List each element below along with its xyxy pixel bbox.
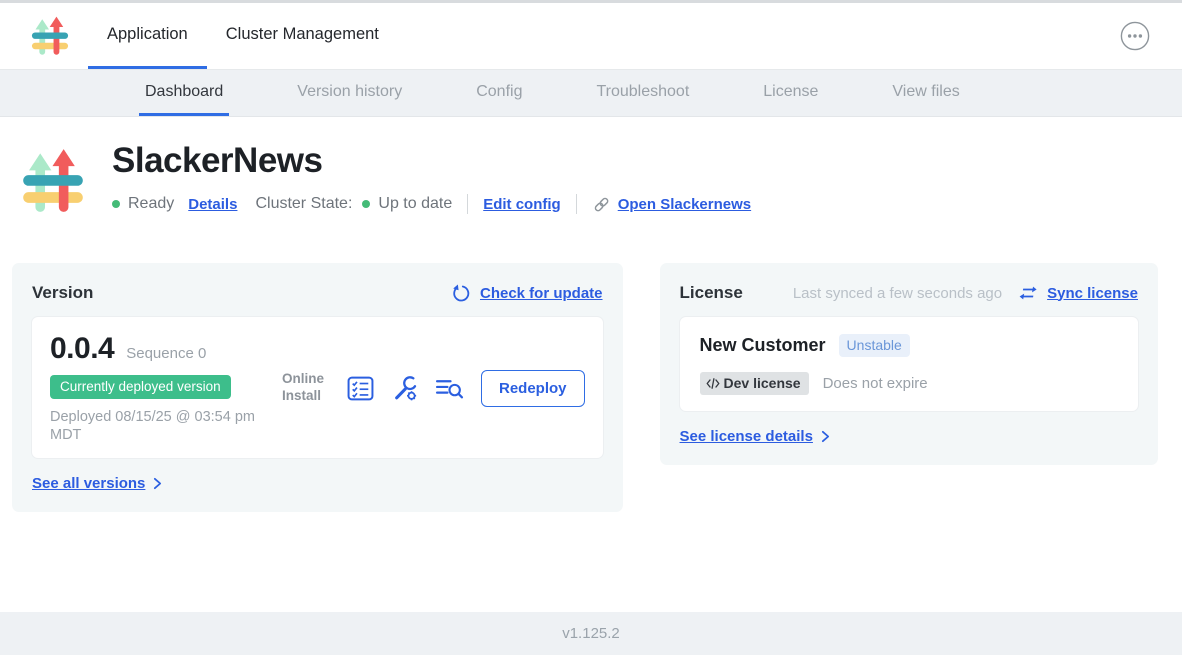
redeploy-button[interactable]: Redeploy	[481, 370, 585, 407]
subtab-version-history[interactable]: Version history	[291, 70, 408, 116]
subtab-dashboard[interactable]: Dashboard	[139, 70, 229, 116]
subtab-troubleshoot-label: Troubleshoot	[596, 83, 689, 101]
install-type-label: Online Install	[282, 371, 330, 405]
subtab-license[interactable]: License	[757, 70, 824, 116]
console-footer: v1.125.2	[0, 612, 1182, 655]
license-card-title: License	[680, 283, 743, 303]
tab-application[interactable]: Application	[88, 3, 207, 69]
page-title: SlackerNews	[112, 141, 751, 181]
deployed-badge: Currently deployed version	[50, 375, 231, 399]
subtab-version-history-label: Version history	[297, 83, 402, 101]
license-card: License Last synced a few seconds ago Sy…	[660, 263, 1158, 465]
subtab-view-files-label: View files	[892, 83, 959, 101]
subtab-config-label: Config	[476, 83, 522, 101]
channel-badge: Unstable	[839, 334, 910, 357]
subtab-view-files[interactable]: View files	[886, 70, 965, 116]
tab-application-label: Application	[107, 25, 188, 44]
page: Application Cluster Management Dashboard…	[0, 0, 1182, 655]
app-status-row: Ready Details Cluster State: Up to date …	[112, 194, 751, 214]
subtab-config[interactable]: Config	[470, 70, 528, 116]
current-version-panel: 0.0.4 Sequence 0 Currently deployed vers…	[32, 317, 603, 458]
brand-logo-icon	[30, 15, 70, 57]
version-number: 0.0.4	[50, 332, 114, 366]
app-logo-icon	[20, 139, 86, 223]
cluster-state-label: Cluster State:	[255, 195, 352, 213]
app-status-text: Ready	[128, 195, 174, 213]
open-app-link-label: Open Slackernews	[618, 196, 751, 213]
sync-icon	[1019, 285, 1038, 301]
refresh-icon	[452, 284, 471, 303]
check-for-update-link[interactable]: Check for update	[480, 285, 603, 302]
chevron-right-icon	[153, 477, 162, 490]
dashboard-main: SlackerNews Ready Details Cluster State:…	[0, 117, 1182, 512]
cluster-state-value: Up to date	[378, 195, 452, 213]
see-all-versions-link[interactable]: See all versions	[32, 475, 145, 492]
top-nav-bar: Application Cluster Management	[0, 3, 1182, 70]
see-license-details-link[interactable]: See license details	[680, 428, 813, 445]
license-panel: New Customer Unstable Dev license	[680, 317, 1138, 411]
app-sub-nav: Dashboard Version history Config Trouble…	[0, 70, 1182, 117]
cluster-state-dot-icon	[362, 200, 370, 208]
code-icon	[706, 378, 720, 389]
details-link[interactable]: Details	[188, 196, 237, 213]
view-logs-icon[interactable]	[435, 377, 464, 400]
config-wrench-icon[interactable]	[391, 375, 418, 402]
subtab-troubleshoot[interactable]: Troubleshoot	[590, 70, 695, 116]
chevron-right-icon	[821, 430, 830, 443]
sync-license-link[interactable]: Sync license	[1047, 285, 1138, 302]
top-tabs: Application Cluster Management	[88, 3, 398, 69]
last-synced-text: Last synced a few seconds ago	[793, 285, 1002, 302]
chain-link-icon	[592, 195, 611, 214]
version-sequence: Sequence 0	[126, 345, 206, 362]
dashboard-cards: Version Check for update 0.0.4 Sequence	[12, 263, 1158, 512]
app-status-dot-icon	[112, 200, 120, 208]
license-type-badge-label: Dev license	[724, 375, 801, 391]
divider	[467, 194, 468, 214]
divider	[576, 194, 577, 214]
app-header: SlackerNews Ready Details Cluster State:…	[0, 117, 1182, 223]
deployed-timestamp: Deployed 08/15/25 @ 03:54 pm MDT	[50, 408, 270, 444]
version-card-title: Version	[32, 283, 93, 303]
license-expiry: Does not expire	[823, 375, 928, 392]
customer-name: New Customer	[700, 335, 826, 356]
subtab-license-label: License	[763, 83, 818, 101]
tab-cluster-management-label: Cluster Management	[226, 25, 379, 44]
more-menu-button[interactable]	[1120, 21, 1150, 51]
version-card: Version Check for update 0.0.4 Sequence	[12, 263, 623, 512]
license-type-badge: Dev license	[700, 372, 809, 395]
subtab-dashboard-label: Dashboard	[145, 83, 223, 101]
console-version: v1.125.2	[562, 625, 620, 642]
preflight-checks-icon[interactable]	[347, 376, 374, 401]
edit-config-link[interactable]: Edit config	[483, 196, 561, 213]
open-app-link[interactable]: Open Slackernews	[592, 195, 751, 214]
tab-cluster-management[interactable]: Cluster Management	[207, 3, 398, 69]
